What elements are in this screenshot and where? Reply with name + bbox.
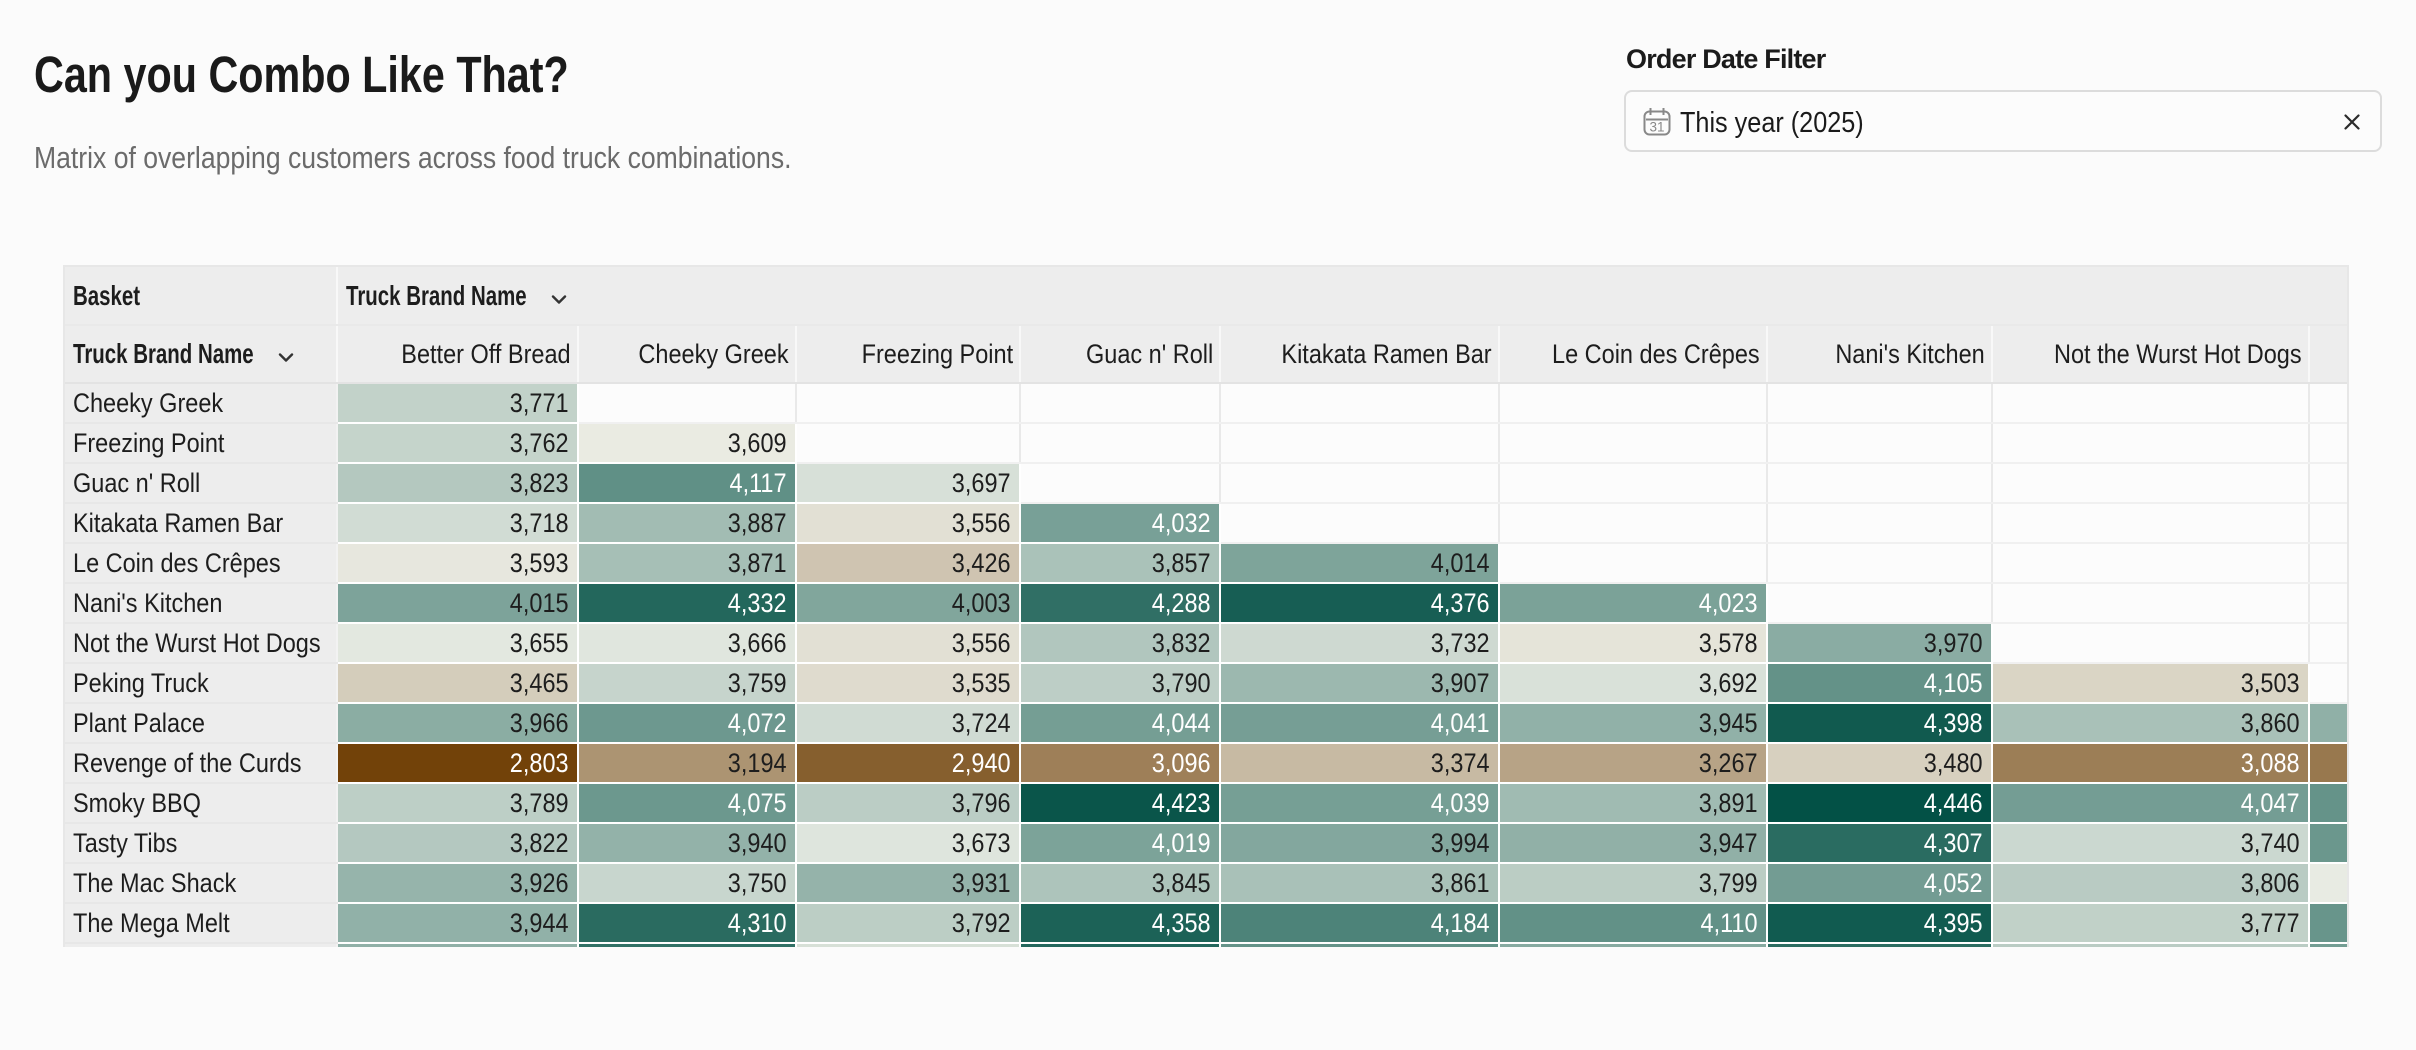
svg-text:31: 31: [1649, 120, 1664, 135]
